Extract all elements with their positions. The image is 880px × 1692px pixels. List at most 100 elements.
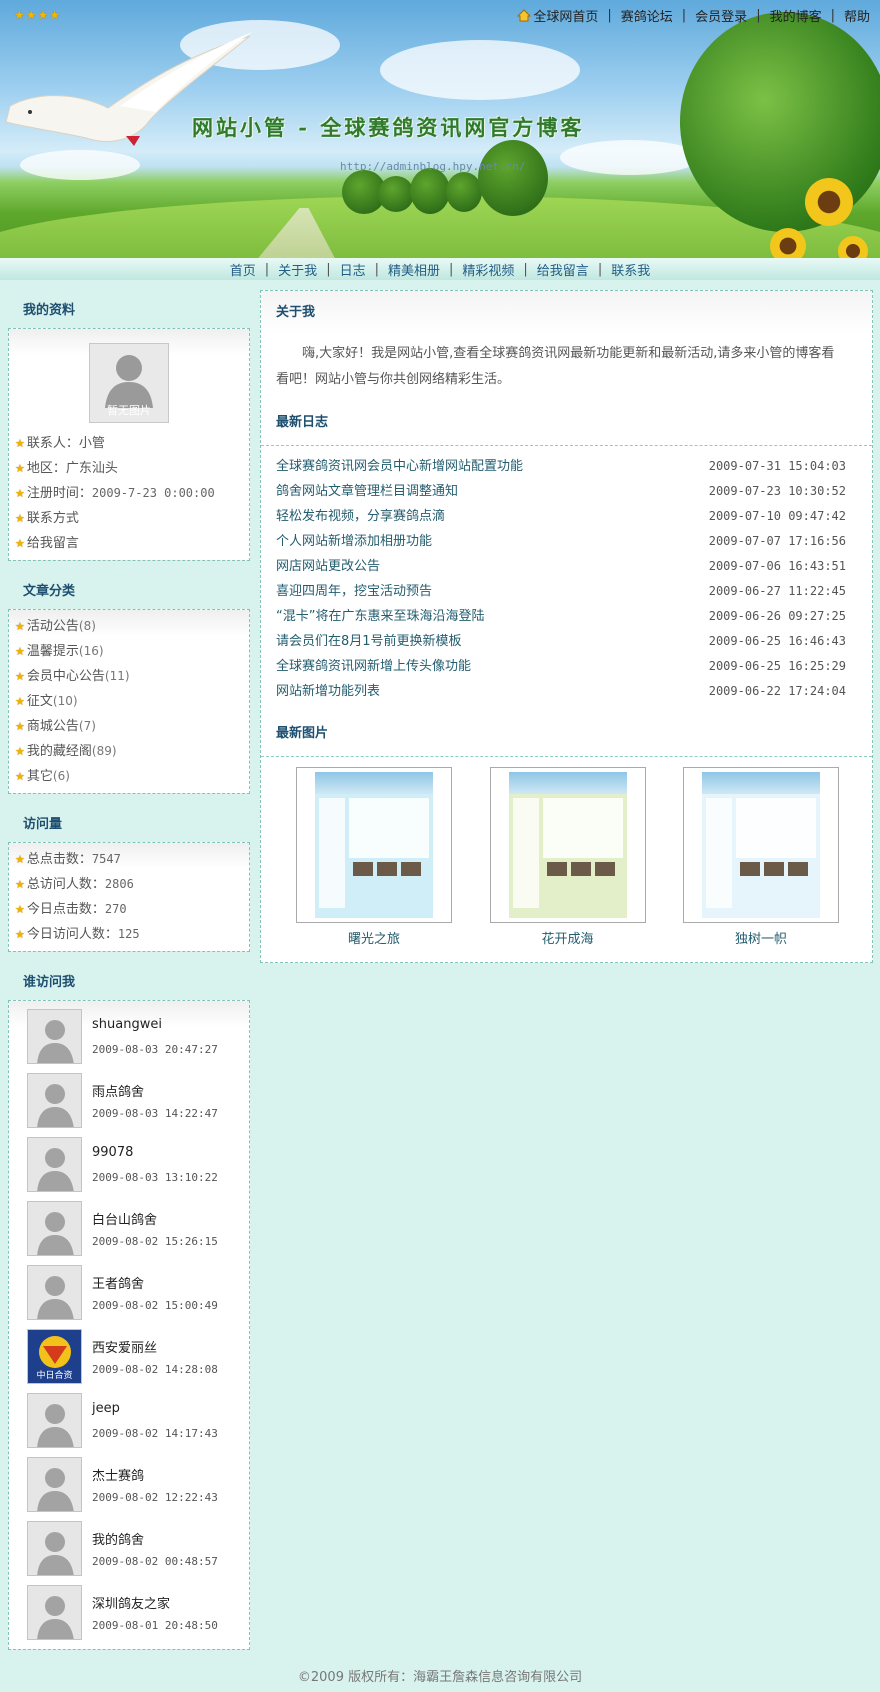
visitor-avatar[interactable] bbox=[27, 1137, 82, 1192]
nav-about[interactable]: 关于我 bbox=[278, 260, 317, 279]
cloud bbox=[560, 140, 700, 175]
visitor-item[interactable]: 白台山鸽舍 2009-08-02 15:26:15 bbox=[9, 1195, 249, 1259]
separator: | bbox=[523, 261, 528, 277]
about-text: 嗨,大家好！我是网站小管,查看全球赛鸽资讯网最新功能更新和最新活动,请多来小管的… bbox=[276, 346, 835, 387]
profile-contact: ★ 联系人：小管 bbox=[15, 436, 105, 451]
visitor-item[interactable]: 王者鸽舍 2009-08-02 15:00:49 bbox=[9, 1259, 249, 1323]
log-date: 2009-07-10 09:47:42 bbox=[708, 509, 846, 523]
preview-header bbox=[315, 772, 433, 794]
star-icon: ★ bbox=[15, 487, 25, 500]
log-item: 请会员们在8月1号前更换新模板 2009-06-25 16:46:43 bbox=[276, 629, 846, 654]
star-icon: ★ bbox=[15, 720, 25, 733]
visitor-name[interactable]: jeep bbox=[92, 1401, 218, 1421]
visitor-avatar[interactable] bbox=[27, 1265, 82, 1320]
visitor-name[interactable]: 我的鸽舍 bbox=[92, 1529, 218, 1549]
visitor-item[interactable]: 雨点鸽舍 2009-08-03 14:22:47 bbox=[9, 1067, 249, 1131]
sunflower bbox=[805, 178, 853, 226]
log-title-link[interactable]: 网站新增功能列表 bbox=[276, 679, 380, 704]
log-title-link[interactable]: 全球赛鸽资讯网新增上传头像功能 bbox=[276, 654, 471, 679]
category-item[interactable]: ★ 我的藏经阁(89) bbox=[15, 739, 243, 764]
log-date: 2009-07-31 15:04:03 bbox=[708, 459, 846, 473]
visitor-info: 深圳鸽友之家 2009-08-01 20:48:50 bbox=[92, 1585, 218, 1643]
preview-body bbox=[736, 798, 816, 858]
home-icon[interactable] bbox=[517, 9, 532, 22]
nav-contact[interactable]: 联系我 bbox=[611, 260, 650, 279]
category-item[interactable]: ★ 商城公告(7) bbox=[15, 714, 243, 739]
visitor-avatar[interactable]: 中日合资 bbox=[27, 1329, 82, 1384]
photo-thumbnail[interactable] bbox=[296, 767, 452, 923]
visitor-date: 2009-08-02 15:00:49 bbox=[92, 1299, 218, 1312]
nav-home[interactable]: 首页 bbox=[230, 260, 256, 279]
visitor-item[interactable]: jeep 2009-08-02 14:17:43 bbox=[9, 1387, 249, 1451]
category-item[interactable]: ★ 温馨提示(16) bbox=[15, 639, 243, 664]
profile-title: 我的资料 bbox=[23, 303, 76, 318]
site-url: http://adminblog.hpy.net.cn/ bbox=[340, 160, 526, 173]
star-icon: ★ bbox=[15, 770, 25, 783]
photo-item[interactable]: 花开成海 bbox=[489, 767, 646, 947]
visitor-name[interactable]: 白台山鸽舍 bbox=[92, 1209, 218, 1229]
photo-caption[interactable]: 花开成海 bbox=[490, 928, 646, 947]
photo-item[interactable]: 独树一帜 bbox=[683, 767, 839, 947]
photo-caption[interactable]: 曙光之旅 bbox=[296, 928, 452, 947]
top-link-help[interactable]: 帮助 bbox=[844, 6, 870, 25]
log-title-link[interactable]: 全球赛鸽资讯网会员中心新增网站配置功能 bbox=[276, 454, 523, 479]
star-icon: ★ bbox=[15, 620, 25, 633]
visitor-name[interactable]: 雨点鸽舍 bbox=[92, 1081, 218, 1101]
visitor-avatar[interactable] bbox=[27, 1457, 82, 1512]
category-item[interactable]: ★ 活动公告(8) bbox=[15, 614, 243, 639]
top-link-forum[interactable]: 赛鸽论坛 bbox=[621, 6, 673, 25]
category-item[interactable]: ★ 征文(10) bbox=[15, 689, 243, 714]
log-title-link[interactable]: “混卡”将在广东惠来至珠海沿海登陆 bbox=[276, 604, 484, 629]
visitor-name[interactable]: 深圳鸽友之家 bbox=[92, 1593, 218, 1613]
visitor-name[interactable]: shuangwei bbox=[92, 1017, 218, 1037]
log-title-link[interactable]: 轻松发布视频，分享赛鸽点滴 bbox=[276, 504, 445, 529]
log-title-link[interactable]: 请会员们在8月1号前更换新模板 bbox=[276, 629, 462, 654]
template-preview bbox=[315, 772, 433, 918]
profile-message-link[interactable]: ★ 给我留言 bbox=[15, 531, 243, 556]
photo-thumbnail[interactable] bbox=[489, 767, 646, 923]
category-item[interactable]: ★ 其它(6) bbox=[15, 764, 243, 789]
log-title-link[interactable]: 喜迎四周年，挖宝活动预告 bbox=[276, 579, 432, 604]
top-link-global-home[interactable]: 全球网首页 bbox=[533, 6, 598, 25]
visitor-name[interactable]: 99078 bbox=[92, 1145, 218, 1165]
visitor-name[interactable]: 西安爱丽丝 bbox=[92, 1337, 218, 1357]
top-link-my-blog[interactable]: 我的博客 bbox=[770, 6, 822, 25]
log-date: 2009-07-23 10:30:52 bbox=[708, 484, 846, 498]
visitor-avatar[interactable] bbox=[27, 1393, 82, 1448]
preview-photo bbox=[764, 862, 784, 876]
log-title-link[interactable]: 个人网站新增添加相册功能 bbox=[276, 529, 432, 554]
visitor-item[interactable]: 深圳鸽友之家 2009-08-01 20:48:50 bbox=[9, 1579, 249, 1643]
visitor-avatar[interactable] bbox=[27, 1521, 82, 1576]
visitor-date: 2009-08-02 00:48:57 bbox=[92, 1555, 218, 1568]
visitor-item[interactable]: shuangwei 2009-08-03 20:47:27 bbox=[9, 1003, 249, 1067]
visitor-name[interactable]: 王者鸽舍 bbox=[92, 1273, 218, 1293]
visitor-avatar[interactable] bbox=[27, 1009, 82, 1064]
top-link-member-login[interactable]: 会员登录 bbox=[695, 6, 747, 25]
nav-album[interactable]: 精美相册 bbox=[388, 260, 440, 279]
nav-video[interactable]: 精彩视频 bbox=[462, 260, 514, 279]
profile-region: ★ 地区：广东汕头 bbox=[15, 461, 118, 476]
visitor-item[interactable]: 杰士赛鸽 2009-08-02 12:22:43 bbox=[9, 1451, 249, 1515]
log-date: 2009-06-22 17:24:04 bbox=[708, 684, 846, 698]
header-banner: ★★★★ 全球网首页 | 赛鸽论坛 | 会员登录 | 我的博客 | 帮助 网站小… bbox=[0, 0, 880, 260]
log-title-link[interactable]: 鸽舍网站文章管理栏目调整通知 bbox=[276, 479, 458, 504]
log-title-link[interactable]: 网店网站更改公告 bbox=[276, 554, 380, 579]
photo-item[interactable]: 曙光之旅 bbox=[296, 767, 452, 947]
visitor-avatar[interactable] bbox=[27, 1585, 82, 1640]
profile-contact-link[interactable]: ★ 联系方式 bbox=[15, 506, 243, 531]
visitor-info: 西安爱丽丝 2009-08-02 14:28:08 bbox=[92, 1329, 218, 1387]
person-silhouette-icon bbox=[37, 1084, 74, 1127]
category-item[interactable]: ★ 会员中心公告(11) bbox=[15, 664, 243, 689]
visitor-avatar[interactable] bbox=[27, 1201, 82, 1256]
photo-thumbnail[interactable] bbox=[683, 767, 839, 923]
visitor-item[interactable]: 我的鸽舍 2009-08-02 00:48:57 bbox=[9, 1515, 249, 1579]
visitor-item[interactable]: 99078 2009-08-03 13:10:22 bbox=[9, 1131, 249, 1195]
visitor-avatar[interactable] bbox=[27, 1073, 82, 1128]
visitor-name[interactable]: 杰士赛鸽 bbox=[92, 1465, 218, 1485]
visitor-item[interactable]: 中日合资 西安爱丽丝 2009-08-02 14:28:08 bbox=[9, 1323, 249, 1387]
log-date: 2009-06-26 09:27:25 bbox=[708, 609, 846, 623]
left-sidebar: 我的资料 暂无图片 ★ 联系人：小管 ★ 地区：广东汕头 ★ 注册时间：2009-7-… bbox=[8, 294, 250, 1664]
nav-message[interactable]: 给我留言 bbox=[537, 260, 589, 279]
photo-caption[interactable]: 独树一帜 bbox=[683, 928, 839, 947]
nav-log[interactable]: 日志 bbox=[340, 260, 366, 279]
